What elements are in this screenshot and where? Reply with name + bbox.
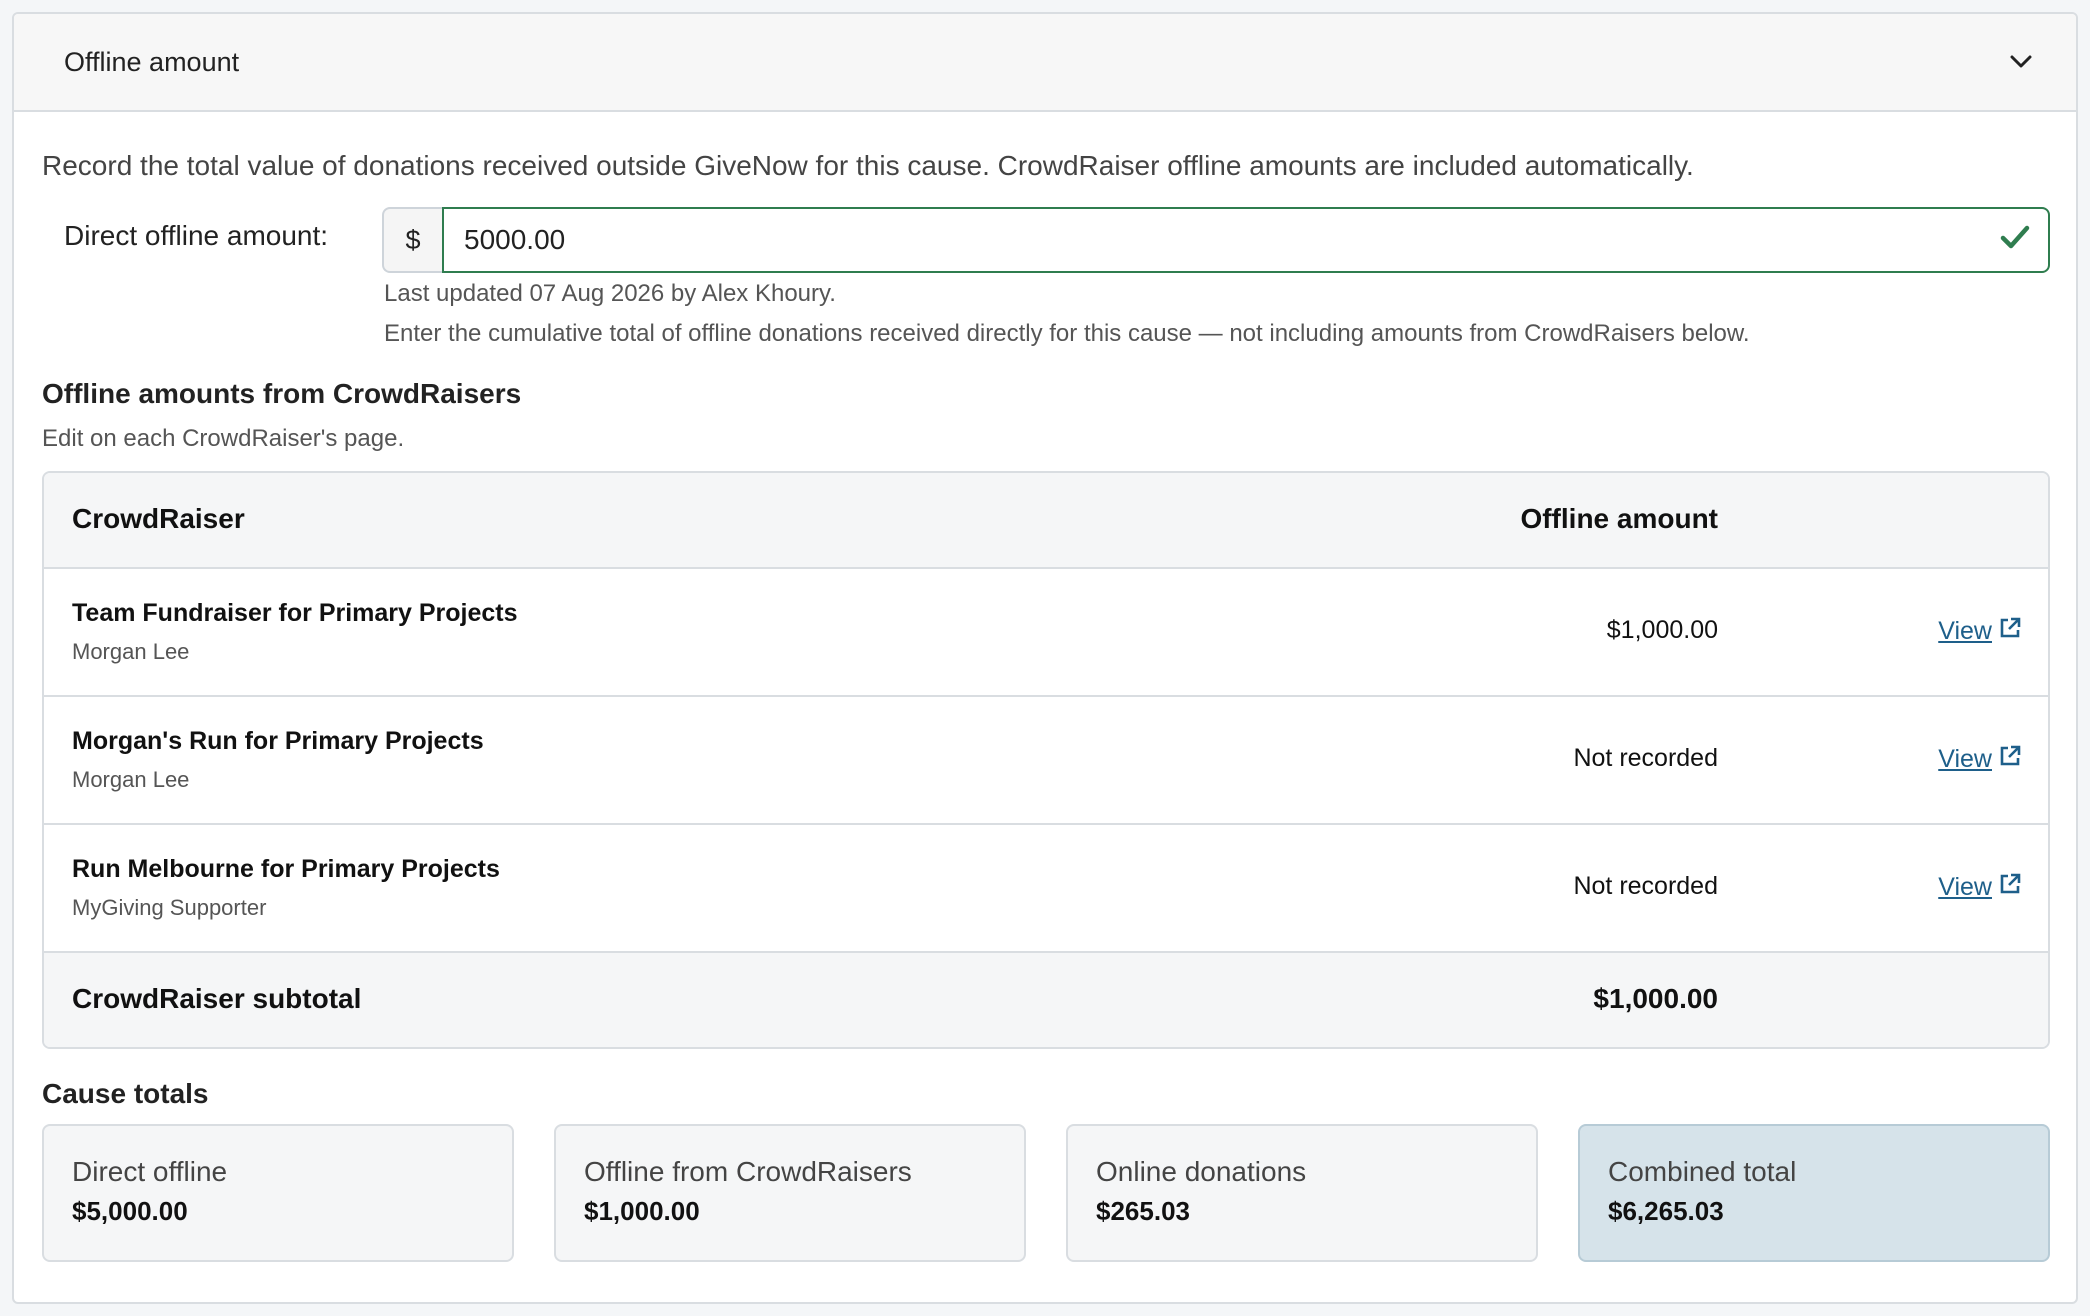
card-value: $6,265.03 — [1608, 1196, 1724, 1226]
check-icon — [2000, 224, 2030, 257]
direct-offline-input[interactable]: 5000.00 — [442, 207, 2050, 273]
subtotal-row: CrowdRaiser subtotal $1,000.00 — [44, 953, 2048, 1047]
card-label: Offline from CrowdRaisers — [584, 1156, 912, 1187]
card-label: Direct offline — [72, 1156, 228, 1187]
view-link-label: View — [1938, 873, 1992, 901]
crowdraisers-subtitle: Edit on each CrowdRaiser's page. — [42, 425, 405, 452]
last-updated-text: Last updated 07 Aug 2026 by Alex Khoury. — [384, 280, 836, 307]
column-header-offline-amount: Offline amount — [1520, 503, 1718, 534]
panel-header[interactable]: Offline amount — [14, 14, 2076, 112]
crowdraiser-title: Morgan's Run for Primary Projects — [72, 727, 484, 755]
panel-title: Offline amount — [64, 46, 240, 77]
crowdraisers-title: Offline amounts from CrowdRaisers — [42, 378, 522, 409]
crowdraiser-amount: Not recorded — [1573, 872, 1718, 900]
crowdraiser-owner: MyGiving Supporter — [72, 895, 267, 920]
subtotal-value: $1,000.00 — [1593, 983, 1718, 1014]
chevron-down-icon[interactable] — [2006, 47, 2036, 77]
intro-text: Record the total value of donations rece… — [42, 150, 1694, 181]
view-link[interactable]: View — [1938, 872, 2022, 903]
offline-amount-panel: Offline amount Record the total value of… — [12, 12, 2078, 1304]
table-header: CrowdRaiser Offline amount — [44, 473, 2048, 569]
card-value: $1,000.00 — [584, 1196, 700, 1226]
table-row: Morgan's Run for Primary Projects Morgan… — [44, 697, 2048, 825]
external-link-icon — [1998, 744, 2022, 775]
direct-offline-help: Enter the cumulative total of offline do… — [384, 320, 1750, 347]
view-link[interactable]: View — [1938, 616, 2022, 647]
card-label: Combined total — [1608, 1156, 1797, 1187]
crowdraiser-amount: Not recorded — [1573, 744, 1718, 772]
crowdraiser-owner: Morgan Lee — [72, 639, 190, 664]
external-link-icon — [1998, 872, 2022, 903]
column-header-crowdraiser: CrowdRaiser — [72, 503, 245, 534]
total-card-combined: Combined total $6,265.03 — [1578, 1124, 2050, 1262]
crowdraisers-table: CrowdRaiser Offline amount Team Fundrais… — [42, 471, 2050, 1049]
total-card-offline-crowdraisers: Offline from CrowdRaisers $1,000.00 — [554, 1124, 1026, 1262]
total-card-online-donations: Online donations $265.03 — [1066, 1124, 1538, 1262]
crowdraiser-title: Team Fundraiser for Primary Projects — [72, 599, 518, 627]
direct-offline-value: 5000.00 — [464, 224, 566, 255]
view-link-label: View — [1938, 745, 1992, 773]
view-link-label: View — [1938, 617, 1992, 645]
card-value: $265.03 — [1096, 1196, 1190, 1226]
view-link[interactable]: View — [1938, 744, 2022, 775]
currency-addon: $ — [382, 207, 442, 273]
crowdraiser-title: Run Melbourne for Primary Projects — [72, 855, 500, 883]
subtotal-label: CrowdRaiser subtotal — [72, 983, 362, 1014]
total-card-direct-offline: Direct offline $5,000.00 — [42, 1124, 514, 1262]
direct-offline-label: Direct offline amount: — [64, 220, 329, 251]
crowdraiser-owner: Morgan Lee — [72, 767, 190, 792]
crowdraiser-amount: $1,000.00 — [1606, 616, 1718, 644]
cause-totals-cards: Direct offline $5,000.00 Offline from Cr… — [42, 1124, 2050, 1262]
card-label: Online donations — [1096, 1156, 1307, 1187]
external-link-icon — [1998, 616, 2022, 647]
card-value: $5,000.00 — [72, 1196, 188, 1226]
cause-totals-title: Cause totals — [42, 1078, 209, 1109]
direct-offline-input-group: $ 5000.00 — [382, 207, 2050, 273]
table-row: Team Fundraiser for Primary Projects Mor… — [44, 569, 2048, 697]
table-row: Run Melbourne for Primary Projects MyGiv… — [44, 825, 2048, 953]
